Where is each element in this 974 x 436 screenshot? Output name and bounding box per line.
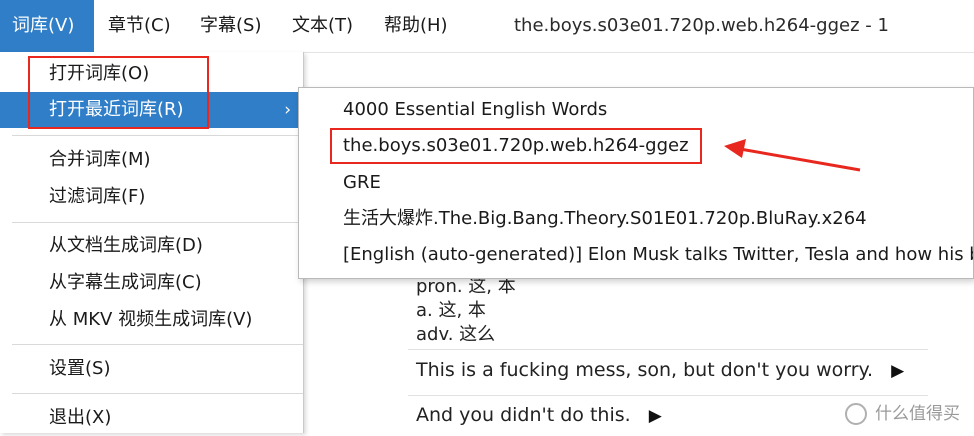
watermark: 什么值得买	[845, 399, 960, 425]
sentence-row: This is a fucking mess, son, but don't y…	[416, 359, 905, 381]
arrow-shaft	[739, 147, 861, 172]
content-divider	[408, 349, 928, 350]
menu-subtitle[interactable]: 字幕(S)	[188, 0, 273, 52]
recent-item[interactable]: 生活大爆炸.The.Big.Bang.Theory.S01E01.720p.Bl…	[343, 201, 867, 237]
recent-vocabulary-submenu: 4000 Essential English Words the.boys.s0…	[298, 87, 974, 279]
menu-separator	[12, 135, 303, 136]
menu-separator	[12, 393, 303, 394]
recent-item[interactable]: [English (auto-generated)] Elon Musk tal…	[343, 237, 973, 273]
watermark-logo-icon	[845, 403, 867, 425]
menu-text[interactable]: 文本(T)	[280, 0, 365, 52]
menu-help[interactable]: 帮助(H)	[372, 0, 460, 52]
window-title: the.boys.s03e01.720p.web.h264-ggez - 1	[514, 15, 889, 36]
menu-bar: 词库(V) 章节(C) 字幕(S) 文本(T) 帮助(H) the.boys.s…	[0, 0, 974, 53]
recent-item[interactable]: GRE	[343, 165, 381, 201]
recent-item[interactable]: 4000 Essential English Words	[343, 92, 607, 128]
menu-chapter[interactable]: 章节(C)	[96, 0, 183, 52]
menu-merge-vocabulary[interactable]: 合并词库(M)	[0, 142, 303, 178]
definition-adj: a. 这, 本	[416, 300, 486, 321]
menu-settings[interactable]: 设置(S)	[0, 351, 303, 387]
menu-generate-from-mkv[interactable]: 从 MKV 视频生成词库(V)	[0, 302, 303, 338]
menu-generate-from-document[interactable]: 从文档生成词库(D)	[0, 228, 303, 264]
arrow-head	[724, 139, 746, 158]
chevron-right-icon: ›	[284, 100, 291, 120]
menu-separator	[12, 344, 303, 345]
menu-separator	[12, 222, 303, 223]
definition-adv: adv. 这么	[416, 324, 496, 345]
annotation-arrow	[724, 139, 861, 172]
menu-filter-vocabulary[interactable]: 过滤词库(F)	[0, 179, 303, 215]
sentence-row: And you didn't do this. ▶	[416, 404, 662, 426]
content-divider	[408, 395, 928, 396]
play-icon[interactable]: ▶	[649, 406, 662, 426]
menu-vocabulary[interactable]: 词库(V)	[0, 0, 94, 52]
annotation-box	[330, 128, 702, 164]
play-icon[interactable]: ▶	[891, 361, 904, 381]
annotation-box	[28, 56, 209, 129]
menu-exit[interactable]: 退出(X)	[0, 400, 303, 436]
menu-generate-from-subtitle[interactable]: 从字幕生成词库(C)	[0, 265, 303, 301]
